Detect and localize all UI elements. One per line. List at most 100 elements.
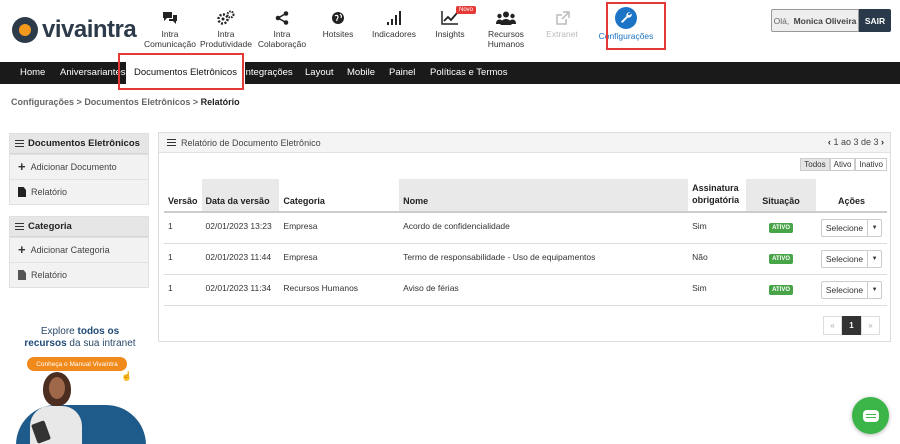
nav-extranet[interactable]: Extranet [534, 2, 590, 58]
col-acoes: Ações [815, 179, 887, 213]
nav-intra-colaboracao[interactable]: Intra Colaboração [254, 2, 310, 58]
sidebar-item-adicionar-documento[interactable]: + Adicionar Documento [10, 154, 148, 179]
sidebar-item-adicionar-categoria[interactable]: + Adicionar Categoria [10, 237, 148, 262]
cell-categoria: Empresa [279, 243, 400, 275]
menu-home[interactable]: Home [20, 62, 45, 84]
table-row: 1 02/01/2023 11:34 Recursos Humanos Avis… [164, 274, 887, 306]
sidebar-item-relatorio-categoria[interactable]: Relatório [10, 262, 148, 287]
nav-indicadores[interactable]: Indicadores [366, 2, 422, 58]
nav-label: Indicadores [372, 29, 416, 39]
settings-menubar: Home Aniversariantes Documentos Eletrôni… [0, 59, 900, 84]
promo-line2-b: da sua intranet [69, 338, 136, 349]
users-icon [496, 8, 516, 28]
cell-assinatura: Sim [688, 274, 747, 306]
page-next[interactable]: » [861, 316, 880, 335]
logout-button[interactable]: SAIR [859, 9, 891, 32]
pager-range: 1 ao 3 de 3 [833, 137, 879, 147]
cell-data: 02/01/2023 11:44 [201, 243, 280, 275]
cell-versao: 1 [164, 274, 202, 306]
hand-cursor-icon: ☝ [121, 371, 133, 381]
signal-bars-icon [386, 8, 402, 28]
col-situacao[interactable]: Situação [746, 179, 816, 213]
nav-label: Recursos Humanos [487, 29, 525, 49]
menu-documentos-eletronicos[interactable]: Documentos Eletrônicos [126, 59, 245, 84]
nav-recursos-humanos[interactable]: Recursos Humanos [478, 2, 534, 58]
cell-acoes: Selecione ▼ [815, 243, 887, 275]
table-header-row: Versão Data da versão Categoria Nome Ass… [164, 179, 887, 213]
nav-intra-comunicacao[interactable]: Intra Comunicação [142, 2, 198, 58]
cell-situacao: ATIVO [746, 212, 816, 244]
share-icon [275, 8, 289, 28]
report-title: Relatório de Documento Eletrônico [181, 137, 321, 148]
top-pager: ‹ 1 ao 3 de 3 › [828, 137, 884, 147]
document-icon [18, 187, 26, 197]
user-box: Olá, Monica Oliveira SAIR [771, 9, 891, 32]
greeting-text: Olá, [773, 15, 790, 26]
manual-vivaintra-button[interactable]: Conheça o Manual Vivaintra [27, 357, 127, 371]
cell-data: 02/01/2023 13:23 [201, 212, 280, 244]
globe-icon [331, 8, 345, 28]
filter-todos[interactable]: Todos [800, 158, 830, 171]
nav-configuracoes[interactable]: Configurações [596, 2, 656, 58]
action-select[interactable]: Selecione ▼ [820, 219, 883, 237]
novo-badge: Novo [456, 6, 477, 14]
col-versao[interactable]: Versão [164, 179, 202, 213]
cell-versao: 1 [164, 212, 202, 244]
promo-line1-a: Explore [40, 326, 75, 337]
chat-button[interactable] [852, 397, 889, 434]
cell-situacao: ATIVO [746, 243, 816, 275]
menu-mobile[interactable]: Mobile [347, 62, 375, 84]
menu-layout[interactable]: Layout [305, 62, 334, 84]
promo-person-face [49, 377, 65, 399]
filter-ativo[interactable]: Ativo [829, 158, 856, 171]
nav-insights[interactable]: Novo Insights [422, 2, 478, 58]
cell-versao: 1 [164, 243, 202, 275]
nav-hotsites[interactable]: Hotsites [310, 2, 366, 58]
menu-painel[interactable]: Painel [389, 62, 415, 84]
col-assinatura[interactable]: Assinatura obrigatória [688, 179, 747, 213]
nav-label: Extranet [546, 29, 578, 39]
page-current[interactable]: 1 [842, 316, 861, 335]
page-prev[interactable]: « [823, 316, 842, 335]
sidebar-item-relatorio-documentos[interactable]: Relatório [10, 179, 148, 204]
chevron-right-icon[interactable]: › [881, 137, 884, 147]
action-select-label: Selecione [825, 284, 864, 295]
nav-label: Hotsites [322, 29, 354, 39]
menu-politicas-e-termos[interactable]: Políticas e Termos [430, 62, 507, 84]
menu-integracoes[interactable]: Integrações [243, 62, 293, 84]
filter-inativo[interactable]: Inativo [855, 158, 887, 171]
sidebar-documentos-title: Documentos Eletrônicos [28, 138, 140, 149]
chevron-left-icon[interactable]: ‹ [828, 137, 831, 147]
plus-icon: + [18, 242, 26, 257]
status-badge: ATIVO [769, 223, 793, 233]
sidebar-categoria-panel: Categoria + Adicionar Categoria Relatóri… [9, 216, 149, 288]
sidebar-item-label: Relatório [31, 187, 68, 197]
col-data-versao[interactable]: Data da versão [201, 179, 280, 213]
nav-label: Intra Produtividade [200, 29, 252, 49]
col-nome[interactable]: Nome [399, 179, 689, 213]
sidebar-documentos-header: Documentos Eletrônicos [10, 134, 148, 154]
menu-list-icon [15, 140, 24, 147]
breadcrumb-current: Relatório [200, 97, 240, 107]
action-select[interactable]: Selecione ▼ [820, 249, 883, 268]
cell-assinatura: Sim [688, 212, 747, 244]
cell-situacao: ATIVO [746, 274, 816, 306]
caret-down-icon: ▼ [867, 250, 881, 267]
menu-aniversariantes[interactable]: Aniversariantes [60, 62, 125, 84]
logo[interactable]: vivaintra [12, 16, 137, 44]
chat-icon [862, 409, 879, 422]
col-categoria[interactable]: Categoria [279, 179, 400, 213]
nav-intra-produtividade[interactable]: Intra Produtividade [198, 2, 254, 58]
cell-acoes: Selecione ▼ [815, 212, 887, 244]
breadcrumb-separator: > [192, 97, 199, 107]
gears-icon [217, 8, 235, 28]
nav-label: Intra Comunicação [144, 29, 196, 49]
sidebar-categoria-title: Categoria [28, 221, 72, 232]
breadcrumb-documentos[interactable]: Documentos Eletrônicos [84, 97, 190, 107]
action-select[interactable]: Selecione ▼ [820, 280, 883, 299]
user-name: Monica Oliveira [793, 15, 857, 26]
user-greeting[interactable]: Olá, Monica Oliveira [771, 9, 859, 32]
breadcrumb-configuracoes[interactable]: Configurações [11, 97, 74, 107]
nav-label: Insights [435, 29, 465, 39]
bottom-pagination: « 1 » [823, 316, 880, 335]
